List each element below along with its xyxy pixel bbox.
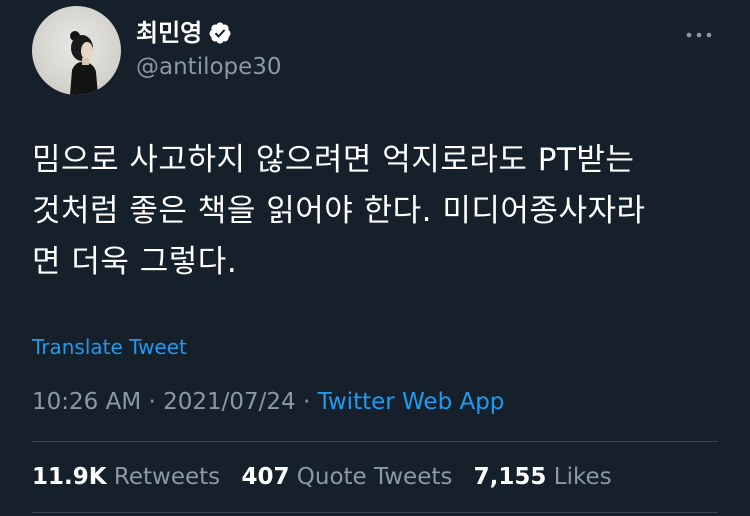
verified-badge-icon [208,21,232,45]
divider [32,512,718,513]
tweet-source-link[interactable]: Twitter Web App [318,389,505,415]
quote-tweets-stat[interactable]: 407 Quote Tweets [241,464,459,490]
retweets-label: Retweets [113,464,221,490]
tweet-date[interactable]: 2021/07/24 [163,389,296,415]
meta-separator: · [148,389,156,415]
quote-tweets-label: Quote Tweets [296,464,453,490]
tweet-text-line: 면 더욱 그렇다. [32,244,238,280]
author-display-name-row[interactable]: 최민영 [136,18,232,48]
author-display-name[interactable]: 최민영 [136,18,202,48]
retweets-stat[interactable]: 11.9K Retweets [32,464,227,490]
avatar-photo [70,31,98,95]
retweets-count: 11.9K [32,464,107,490]
meta-separator: · [303,389,311,415]
avatar[interactable] [32,6,121,95]
tweet-text-line: 것처럼 좋은 책을 읽어야 한다. 미디어종사자라 [32,193,646,229]
tweet-time[interactable]: 10:26 AM [32,389,141,415]
quote-tweets-count: 407 [241,464,290,490]
more-horizontal-icon [686,32,712,38]
tweet-text-line: 밈으로 사고하지 않으려면 억지로라도 PT받는 [32,142,635,178]
likes-count: 7,155 [473,464,547,490]
divider [32,441,718,442]
translate-tweet-link[interactable]: Translate Tweet [32,333,187,361]
tweet-text: 밈으로 사고하지 않으려면 억지로라도 PT받는 것처럼 좋은 책을 읽어야 한… [32,135,722,288]
tweet-meta: 10:26 AM · 2021/07/24 · Twitter Web App [32,386,504,418]
more-options-button[interactable] [684,20,714,50]
tweet-stats: 11.9K Retweets 407 Quote Tweets 7,155 Li… [32,460,626,494]
likes-label: Likes [553,464,612,490]
tweet-detail: 최민영 @antilope30 밈으로 사고하지 않으려면 억지로라도 PT받는… [0,0,750,516]
author-handle[interactable]: @antilope30 [136,52,282,82]
likes-stat[interactable]: 7,155 Likes [474,464,612,490]
